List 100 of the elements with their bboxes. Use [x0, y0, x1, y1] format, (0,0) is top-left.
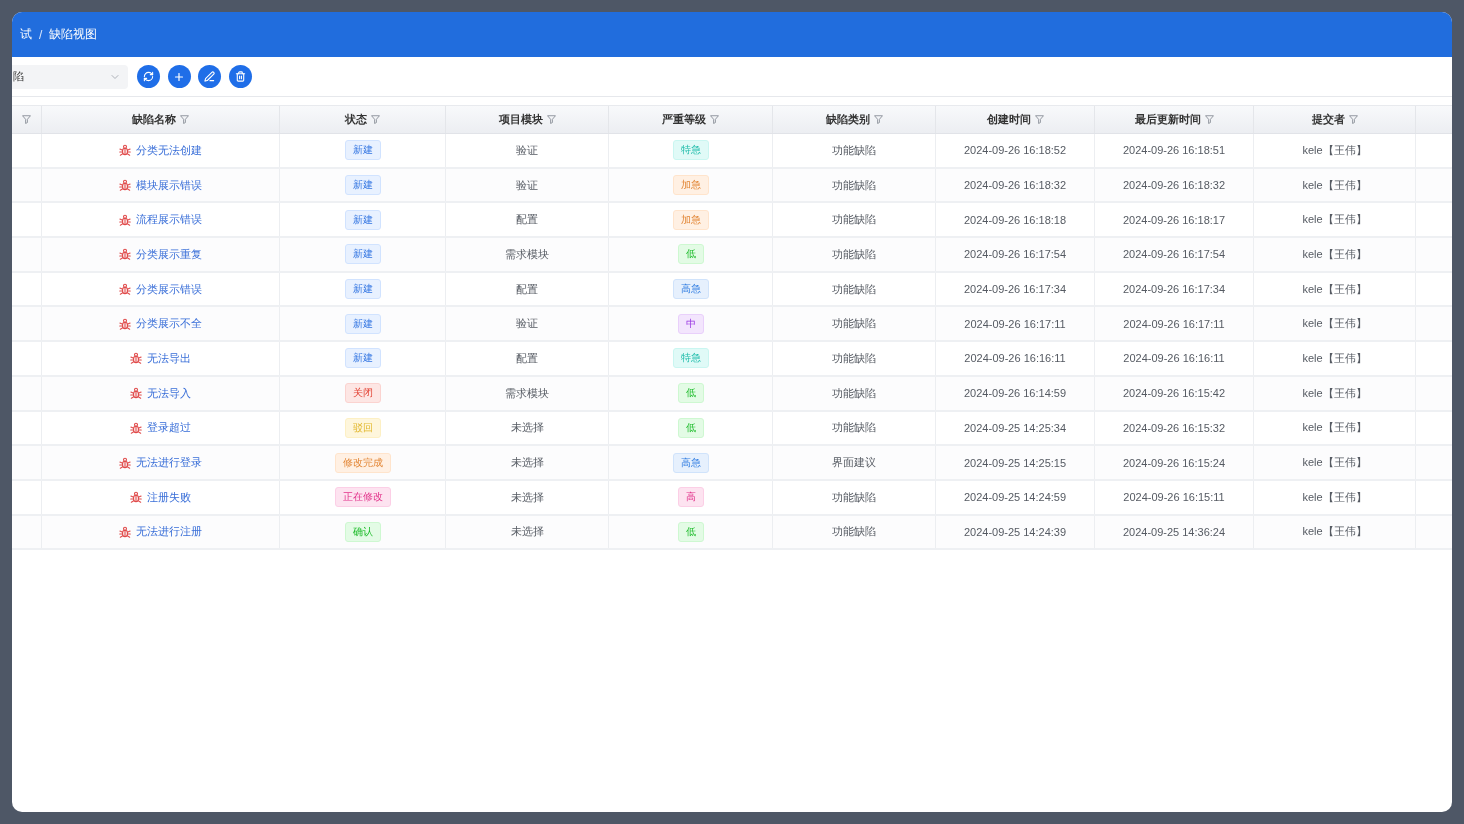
severity-tag: 高急: [672, 279, 709, 300]
category-cell: 功能缺陷: [773, 238, 936, 271]
defect-link[interactable]: 登录超过: [147, 420, 191, 436]
filter-icon[interactable]: [546, 115, 556, 124]
status-tag: 新建: [344, 140, 381, 161]
plus-icon: [173, 70, 185, 83]
defect-link[interactable]: 无法导入: [147, 385, 191, 401]
category-cell: 功能缺陷: [773, 203, 936, 237]
filter-icon[interactable]: [22, 115, 31, 124]
created-time-cell: 2024-09-26 16:17:34: [936, 272, 1095, 306]
column-title: 最后更新时间: [1134, 112, 1201, 127]
severity-tag: 高: [677, 487, 704, 508]
updated-time-cell: 2024-09-26 16:15:24: [1095, 446, 1254, 479]
severity-tag: 加急: [672, 209, 709, 230]
created-time-cell: 2024-09-26 16:17:54: [936, 238, 1095, 271]
bug-icon: [119, 213, 131, 226]
submitter-cell: kele【王伟】: [1254, 238, 1416, 271]
submitter-cell: kele【王伟】: [1254, 272, 1416, 306]
add-button[interactable]: [167, 65, 191, 88]
status-tag: 新建: [344, 209, 381, 230]
defect-link[interactable]: 分类无法创建: [136, 142, 202, 158]
defect-link[interactable]: 分类展示不全: [136, 316, 202, 332]
bug-icon: [130, 491, 142, 504]
created-time-cell: 2024-09-26 16:18:52: [936, 134, 1095, 167]
category-cell: 功能缺陷: [773, 134, 936, 167]
updated-time-cell: 2024-09-26 16:15:11: [1095, 480, 1254, 514]
created-time-cell: 2024-09-25 14:24:59: [936, 480, 1095, 514]
category-cell: 功能缺陷: [773, 515, 936, 549]
filter-icon[interactable]: [873, 115, 883, 124]
submitter-cell: kele【王伟】: [1254, 342, 1416, 375]
updated-time-cell: 2024-09-26 16:18:17: [1095, 203, 1254, 237]
filter-icon[interactable]: [180, 115, 189, 124]
updated-time-cell: 2024-09-26 16:15:42: [1095, 376, 1254, 410]
filter-icon[interactable]: [710, 115, 719, 124]
defect-link[interactable]: 流程展示错误: [136, 212, 202, 228]
category-cell: 功能缺陷: [773, 342, 936, 375]
bug-icon: [119, 144, 131, 157]
severity-tag: 低: [677, 417, 704, 438]
status-tag: 新建: [344, 279, 381, 300]
severity-tag: 低: [677, 521, 704, 542]
defect-link[interactable]: 分类展示重复: [136, 246, 202, 262]
filter-icon[interactable]: [1034, 115, 1044, 124]
breadcrumb-current: 缺陷视图: [49, 26, 98, 43]
status-tag: 修改完成: [334, 452, 391, 473]
module-cell: 需求模块: [446, 238, 609, 271]
created-time-cell: 2024-09-26 16:18:18: [936, 203, 1095, 237]
submitter-cell: kele【王伟】: [1254, 307, 1416, 341]
status-tag: 新建: [344, 348, 381, 369]
updated-time-cell: 2024-09-26 16:17:54: [1095, 238, 1254, 271]
status-tag: 确认: [344, 521, 381, 542]
refresh-icon: [143, 71, 154, 82]
refresh-button[interactable]: [137, 65, 160, 88]
column-title: 提交者: [1311, 112, 1345, 127]
module-cell: 配置: [446, 342, 609, 375]
module-cell: 需求模块: [446, 376, 609, 410]
delete-button[interactable]: [228, 65, 252, 88]
submitter-cell: kele【王伟】: [1254, 134, 1416, 167]
module-cell: 未选择: [446, 411, 609, 445]
created-time-cell: 2024-09-25 14:24:39: [936, 515, 1095, 549]
bug-icon: [119, 283, 131, 296]
updated-time-cell: 2024-09-25 14:36:24: [1095, 515, 1254, 549]
bug-icon: [130, 352, 142, 365]
filter-icon[interactable]: [1348, 115, 1358, 124]
severity-tag: 加急: [672, 175, 709, 196]
view-select[interactable]: 陷: [12, 64, 128, 89]
severity-tag: 中: [677, 313, 704, 334]
status-tag: 正在修改: [334, 487, 391, 508]
bug-icon: [130, 387, 142, 400]
bug-icon: [119, 317, 131, 330]
category-cell: 功能缺陷: [773, 272, 936, 306]
column-title: 缺陷类别: [825, 112, 870, 127]
bug-icon: [119, 525, 131, 538]
updated-time-cell: 2024-09-26 16:18:32: [1095, 168, 1254, 202]
edit-button[interactable]: [198, 65, 221, 88]
filter-icon[interactable]: [371, 115, 380, 124]
filter-icon[interactable]: [1204, 115, 1214, 124]
defect-link[interactable]: 无法进行登录: [136, 455, 202, 471]
updated-time-cell: 2024-09-26 16:15:32: [1095, 411, 1254, 445]
defect-link[interactable]: 注册失败: [147, 489, 191, 505]
defect-link[interactable]: 模块展示错误: [136, 177, 202, 193]
category-cell: 功能缺陷: [773, 168, 936, 202]
submitter-cell: kele【王伟】: [1254, 446, 1416, 479]
column-title: 状态: [345, 112, 367, 127]
submitter-cell: kele【王伟】: [1254, 168, 1416, 202]
trash-icon: [234, 71, 246, 82]
submitter-cell: kele【王伟】: [1254, 515, 1416, 549]
category-cell: 功能缺陷: [773, 307, 936, 341]
category-cell: 界面建议: [773, 446, 936, 479]
status-tag: 驳回: [344, 417, 381, 438]
severity-tag: 低: [677, 244, 704, 265]
breadcrumb-link[interactable]: 试: [20, 26, 32, 43]
column-title: 严重等级: [662, 112, 706, 127]
submitter-cell: kele【王伟】: [1254, 203, 1416, 237]
created-time-cell: 2024-09-26 16:18:32: [936, 168, 1095, 202]
defect-link[interactable]: 无法进行注册: [136, 524, 202, 540]
module-cell: 未选择: [446, 480, 609, 514]
defect-link[interactable]: 无法导出: [147, 350, 191, 366]
column-title: 项目模块: [498, 112, 543, 127]
severity-tag: 特急: [672, 140, 709, 161]
defect-link[interactable]: 分类展示错误: [136, 281, 202, 297]
